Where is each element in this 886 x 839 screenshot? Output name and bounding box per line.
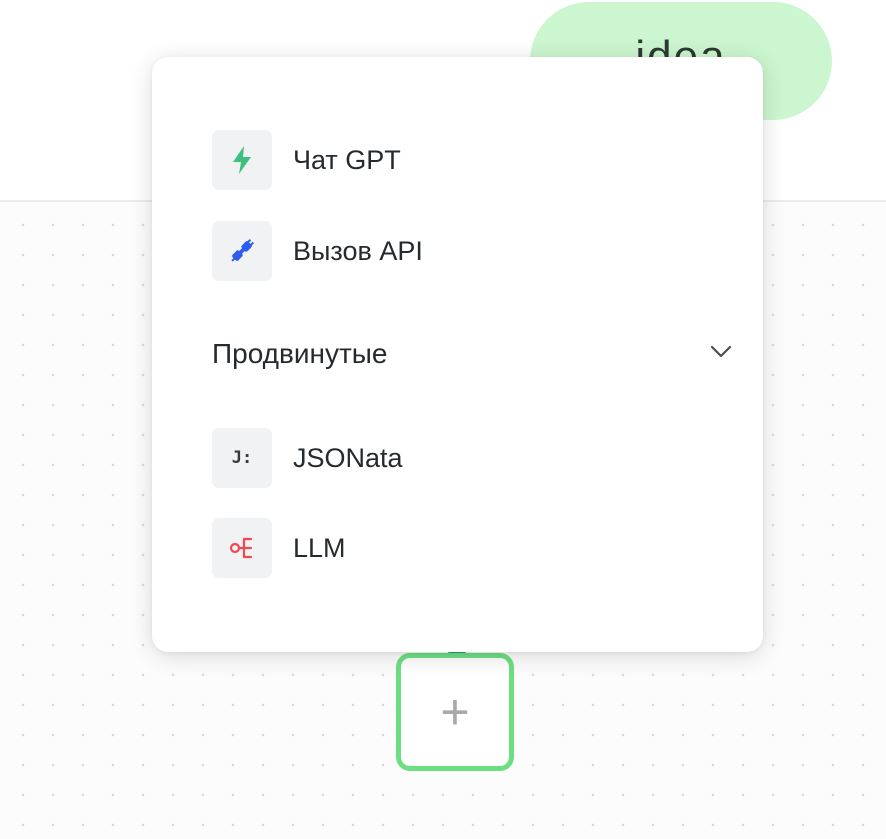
menu-item-jsonata[interactable]: J: JSONata	[212, 428, 403, 488]
advanced-section-toggle[interactable]: Продвинутые	[212, 329, 732, 379]
plus-icon: +	[440, 684, 470, 740]
llm-icon	[212, 518, 272, 578]
menu-item-label: LLM	[293, 532, 346, 563]
jsonata-glyph: J:	[231, 448, 253, 468]
menu-item-label: JSONata	[293, 442, 403, 473]
add-node-button[interactable]: +	[396, 653, 514, 771]
menu-item-label: Вызов API	[293, 235, 423, 266]
menu-item-label: Чат GPT	[293, 144, 401, 175]
menu-item-llm[interactable]: LLM	[212, 518, 346, 578]
plug-icon	[212, 221, 272, 281]
jsonata-icon: J:	[212, 428, 272, 488]
menu-item-chat-gpt[interactable]: Чат GPT	[212, 130, 401, 190]
lightning-icon	[212, 130, 272, 190]
section-title: Продвинутые	[212, 338, 388, 369]
menu-item-api-call[interactable]: Вызов API	[212, 221, 423, 281]
node-type-menu: Чат GPT Вызов API Продвинутые J: JSONata…	[152, 57, 763, 652]
chevron-down-icon	[710, 345, 732, 364]
